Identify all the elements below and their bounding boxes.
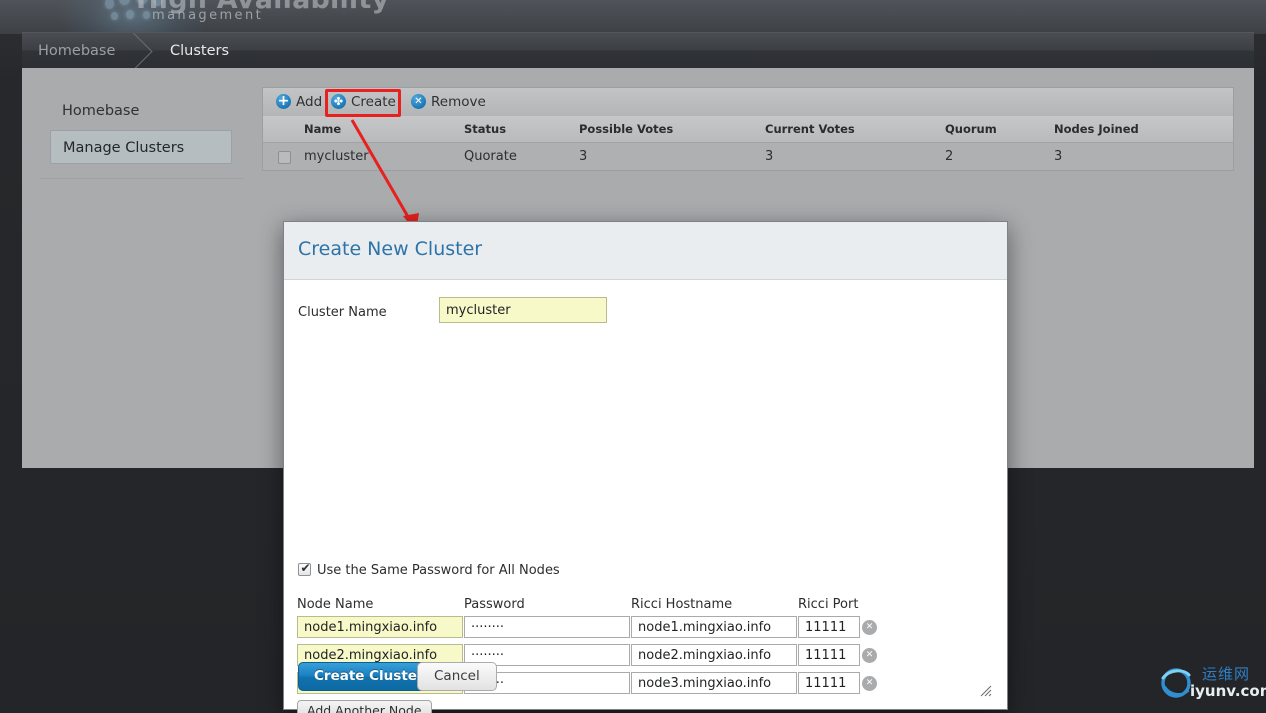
- ricci-hostname-input-1[interactable]: [631, 616, 797, 638]
- watermark-text-en: iyunv.com: [1190, 682, 1266, 700]
- dialog-footer: Create Cluster Cancel: [284, 652, 1007, 709]
- cluster-name-label: Cluster Name: [298, 305, 387, 320]
- breadcrumb-current: Clusters: [170, 43, 230, 59]
- sidebar-divider: [40, 178, 244, 179]
- column-header-name: Name: [304, 122, 342, 136]
- add-cluster-label: Add: [296, 94, 323, 110]
- cell-status: Quorate: [464, 149, 517, 164]
- column-header-nodes-joined: Nodes Joined: [1054, 122, 1139, 136]
- dialog-header: Create New Cluster: [284, 222, 1007, 280]
- add-cluster-button[interactable]: Add: [276, 88, 322, 117]
- cancel-button[interactable]: Cancel: [417, 662, 497, 691]
- node-column-password: Password: [464, 597, 525, 612]
- create-cluster-toolbar-button[interactable]: Create: [331, 88, 396, 117]
- ricci-port-input-1[interactable]: [798, 616, 860, 638]
- same-password-checkbox[interactable]: [298, 561, 312, 576]
- create-cluster-dialog: Create New Cluster Cluster Name Use the …: [283, 221, 1008, 713]
- clusters-panel: Add Create Remove Name Status Possible V…: [262, 87, 1234, 171]
- column-header-quorum: Quorum: [945, 122, 997, 136]
- watermark-text-cn: 运维网: [1202, 665, 1251, 683]
- column-header-status: Status: [464, 122, 507, 136]
- column-header-possible-votes: Possible Votes: [579, 122, 674, 136]
- remove-cluster-label: Remove: [431, 94, 486, 110]
- branding-header: High Availability management: [0, 0, 1266, 34]
- cell-possible-votes: 3: [579, 149, 588, 164]
- remove-node-icon-1[interactable]: [862, 620, 877, 635]
- sidebar-item-homebase[interactable]: Homebase: [50, 94, 232, 128]
- cell-name: mycluster: [304, 149, 369, 164]
- dialog-body: Cluster Name Use the Same Password for A…: [284, 280, 1007, 713]
- cell-quorum: 2: [945, 149, 954, 164]
- brand-subtitle: management: [152, 8, 264, 23]
- clusters-table-header: Name Status Possible Votes Current Votes…: [262, 116, 1234, 143]
- column-header-current-votes: Current Votes: [765, 122, 855, 136]
- node-column-ricci-hostname: Ricci Hostname: [631, 597, 733, 612]
- row-select-checkbox[interactable]: [278, 151, 291, 164]
- node-name-input-1[interactable]: [297, 616, 463, 638]
- sidebar-item-manage-clusters[interactable]: Manage Clusters: [50, 130, 232, 164]
- clusters-toolbar: Add Create Remove: [262, 87, 1234, 116]
- breadcrumb: Homebase Clusters: [22, 32, 1254, 68]
- dialog-title: Create New Cluster: [298, 238, 483, 260]
- node-password-input-1[interactable]: [464, 616, 630, 638]
- x-circle-icon: [411, 94, 426, 109]
- chevron-right-icon: [132, 33, 164, 69]
- node-column-ricci-port: Ricci Port: [798, 597, 859, 612]
- same-password-label: Use the Same Password for All Nodes: [317, 563, 560, 578]
- create-cluster-label: Create: [351, 94, 396, 110]
- breadcrumb-home-link[interactable]: Homebase: [38, 33, 115, 69]
- remove-cluster-button[interactable]: Remove: [411, 88, 486, 117]
- resize-grip-icon[interactable]: [978, 683, 992, 697]
- watermark: 运维网 iyunv.com: [1156, 662, 1266, 708]
- node-column-node-name: Node Name: [297, 597, 374, 612]
- cluster-name-input[interactable]: [439, 297, 607, 323]
- plus-circle-icon: [276, 94, 291, 109]
- star-circle-icon: [331, 94, 346, 109]
- cell-nodes-joined: 3: [1054, 149, 1063, 164]
- screen-root: High Availability management Homebase Cl…: [0, 0, 1266, 713]
- table-row[interactable]: mycluster Quorate 3 3 2 3: [262, 143, 1234, 171]
- sidebar: Homebase Manage Clusters: [22, 68, 244, 468]
- cell-current-votes: 3: [765, 149, 774, 164]
